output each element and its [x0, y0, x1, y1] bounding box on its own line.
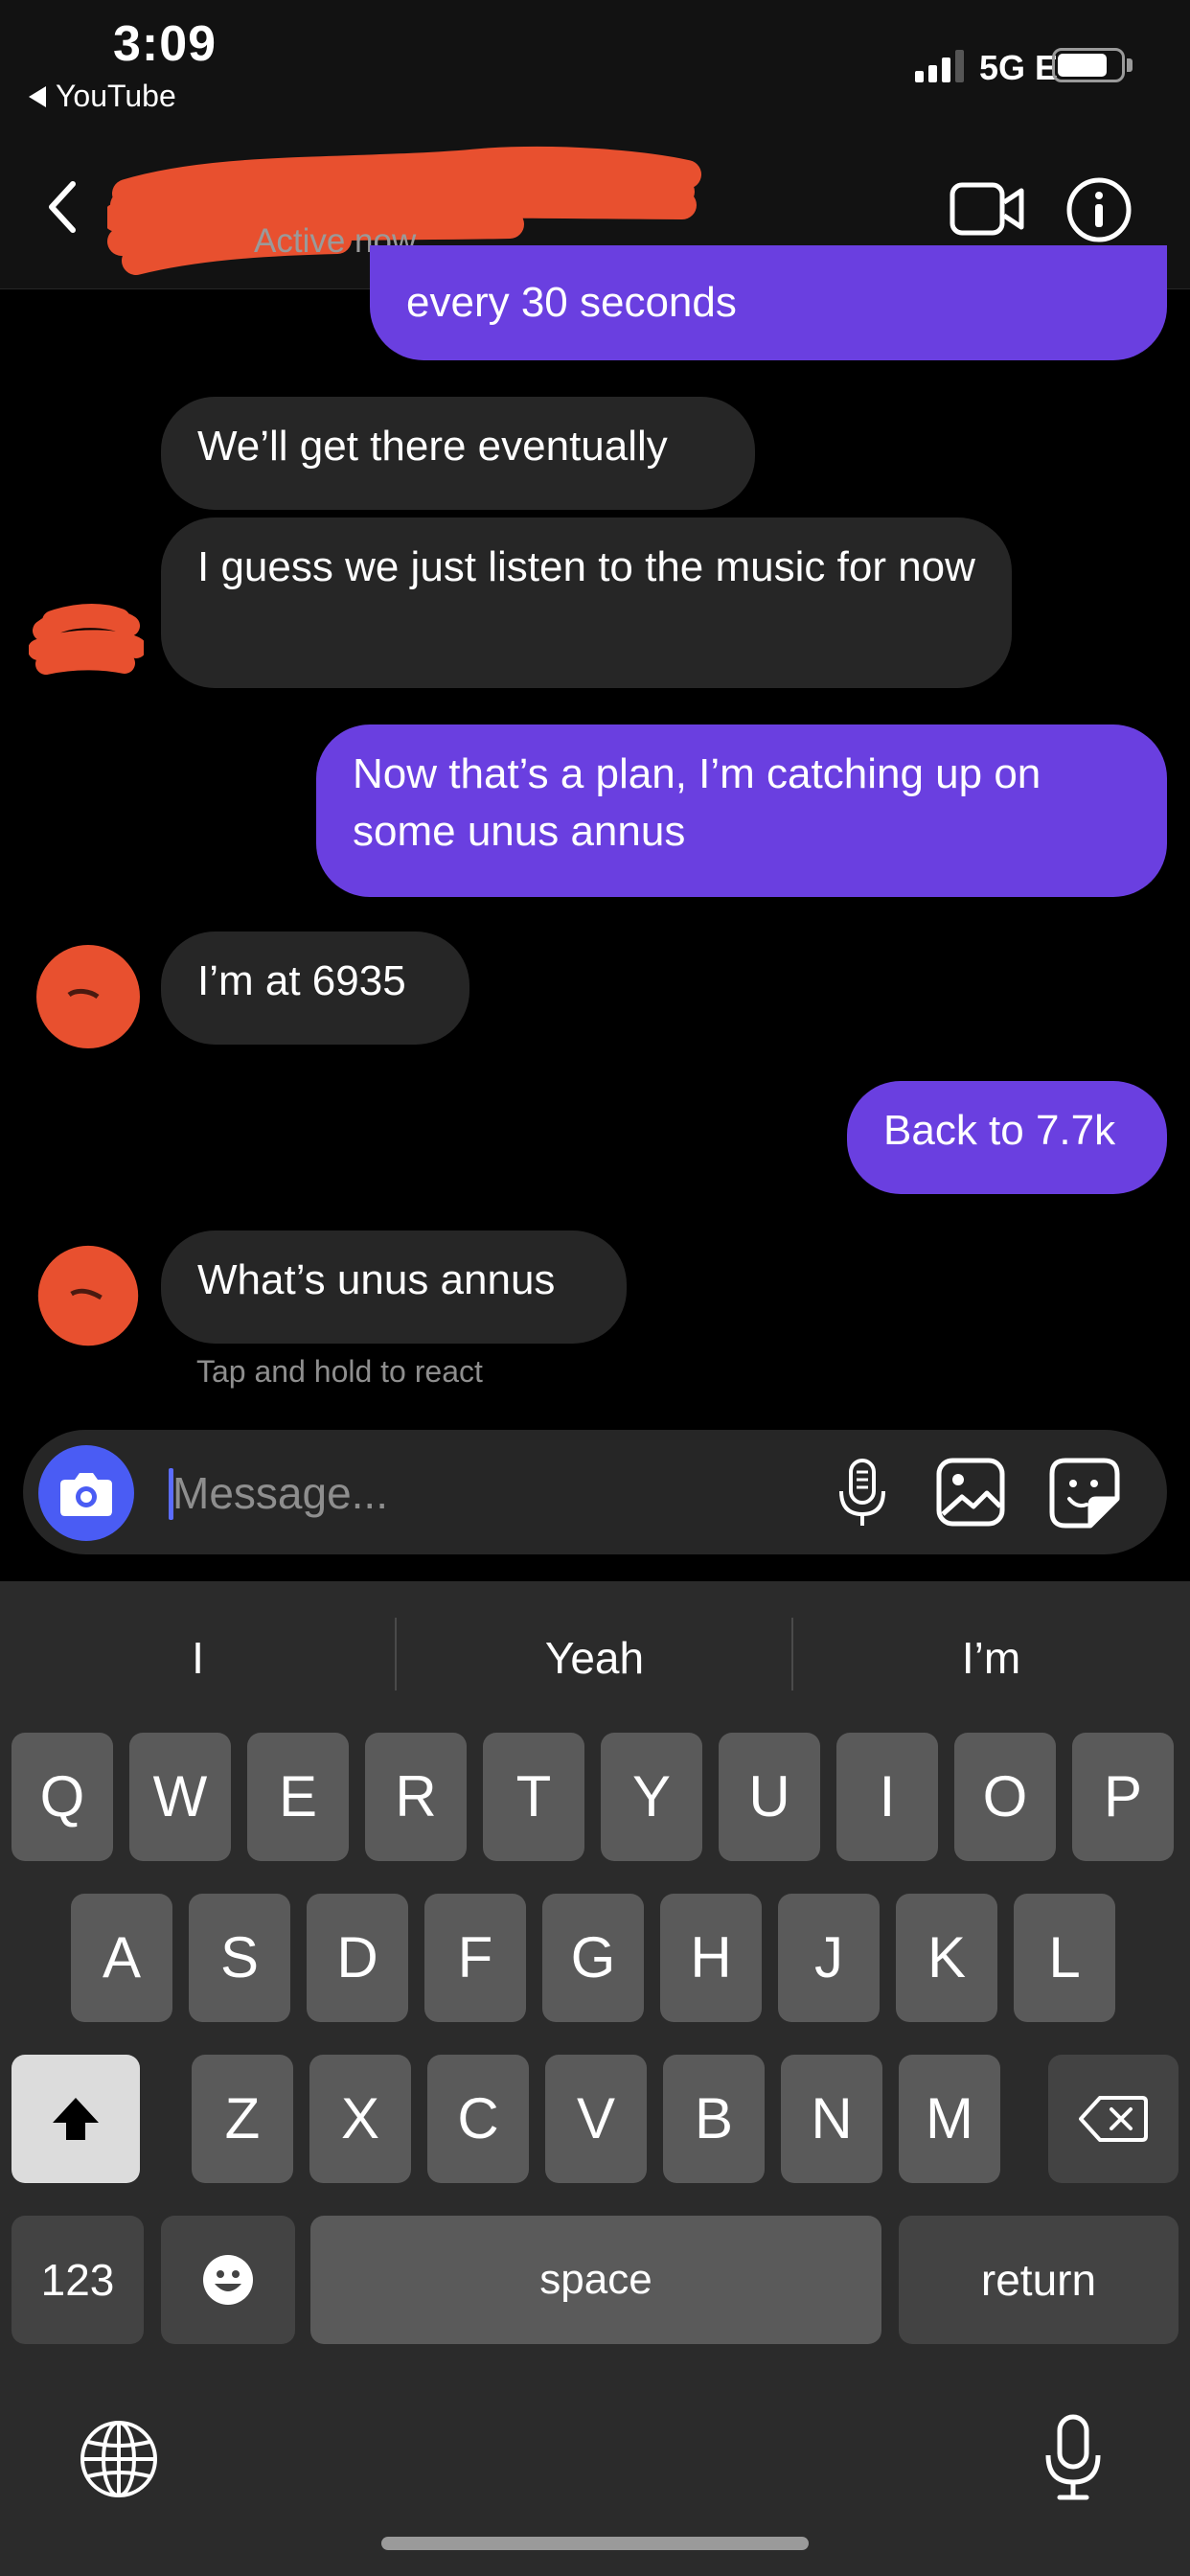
numbers-key[interactable]: 123	[11, 2216, 144, 2344]
key-x[interactable]: X	[309, 2055, 411, 2183]
message-bubble-outgoing[interactable]: Back to 7.7k	[847, 1081, 1167, 1194]
key-c[interactable]: C	[427, 2055, 529, 2183]
key-e[interactable]: E	[247, 1733, 349, 1861]
key-d[interactable]: D	[307, 1894, 408, 2022]
message-bubble-incoming[interactable]: I guess we just listen to the music for …	[161, 518, 1012, 688]
message-bubble-incoming[interactable]: I’m at 6935	[161, 932, 469, 1045]
message-input[interactable]	[172, 1464, 786, 1522]
key-f[interactable]: F	[424, 1894, 526, 2022]
camera-button[interactable]	[38, 1445, 134, 1541]
back-to-app-link[interactable]: YouTube	[29, 79, 176, 114]
key-a[interactable]: A	[71, 1894, 172, 2022]
key-w[interactable]: W	[129, 1733, 231, 1861]
message-bubble-outgoing[interactable]: Now that’s a plan, I’m catching up on so…	[316, 724, 1167, 897]
key-i[interactable]: I	[836, 1733, 938, 1861]
key-n[interactable]: N	[781, 2055, 882, 2183]
back-app-label: YouTube	[56, 79, 176, 113]
key-q[interactable]: Q	[11, 1733, 113, 1861]
back-chevron-icon[interactable]	[42, 178, 90, 236]
space-key[interactable]: space	[310, 2216, 881, 2344]
microphone-icon[interactable]	[834, 1457, 891, 1530]
dictation-mic-icon[interactable]	[1042, 2413, 1104, 2501]
signal-strength-icon	[915, 50, 964, 82]
return-key[interactable]: return	[899, 2216, 1179, 2344]
key-r[interactable]: R	[365, 1733, 467, 1861]
shift-key[interactable]	[11, 2055, 140, 2183]
redacted-avatar-scribble	[36, 945, 140, 1048]
home-indicator	[381, 2537, 809, 2550]
key-m[interactable]: M	[899, 2055, 1000, 2183]
key-l[interactable]: L	[1014, 1894, 1115, 2022]
delete-key[interactable]	[1048, 2055, 1179, 2183]
camera-icon	[60, 1473, 112, 1516]
key-y[interactable]: Y	[601, 1733, 702, 1861]
key-u[interactable]: U	[719, 1733, 820, 1861]
globe-icon[interactable]	[79, 2419, 159, 2499]
key-j[interactable]: J	[778, 1894, 880, 2022]
emoji-key[interactable]	[161, 2216, 295, 2344]
shift-icon	[53, 2098, 99, 2140]
emoji-icon	[203, 2255, 253, 2305]
redacted-avatar-scribble	[37, 1245, 139, 1346]
battery-icon	[1052, 48, 1125, 82]
reaction-hint: Tap and hold to react	[196, 1354, 483, 1389]
key-b[interactable]: B	[663, 2055, 765, 2183]
battery-tip	[1127, 58, 1133, 72]
video-call-icon[interactable]	[949, 177, 1025, 241]
info-icon[interactable]	[1065, 176, 1133, 243]
key-t[interactable]: T	[483, 1733, 584, 1861]
gallery-icon[interactable]	[935, 1457, 1006, 1528]
key-z[interactable]: Z	[192, 2055, 293, 2183]
network-type: 5G E	[979, 48, 1059, 87]
message-bubble-outgoing[interactable]: every 30 seconds	[370, 245, 1167, 360]
key-h[interactable]: H	[660, 1894, 762, 2022]
key-v[interactable]: V	[545, 2055, 647, 2183]
suggestion-2[interactable]: Yeah	[397, 1620, 792, 1696]
key-o[interactable]: O	[954, 1733, 1056, 1861]
suggestion-3[interactable]: I’m	[793, 1620, 1189, 1696]
backspace-icon	[1079, 2096, 1148, 2142]
key-g[interactable]: G	[542, 1894, 644, 2022]
redacted-avatar-scribble	[29, 604, 144, 675]
sticker-icon[interactable]	[1048, 1457, 1121, 1530]
message-bubble-incoming[interactable]: We’ll get there eventually	[161, 397, 755, 510]
message-bubble-incoming[interactable]: What’s unus annus	[161, 1230, 627, 1344]
key-s[interactable]: S	[189, 1894, 290, 2022]
key-k[interactable]: K	[896, 1894, 997, 2022]
key-p[interactable]: P	[1072, 1733, 1174, 1861]
status-time: 3:09	[113, 16, 217, 72]
suggestion-1[interactable]: I	[0, 1620, 396, 1696]
back-triangle-icon	[29, 85, 46, 107]
